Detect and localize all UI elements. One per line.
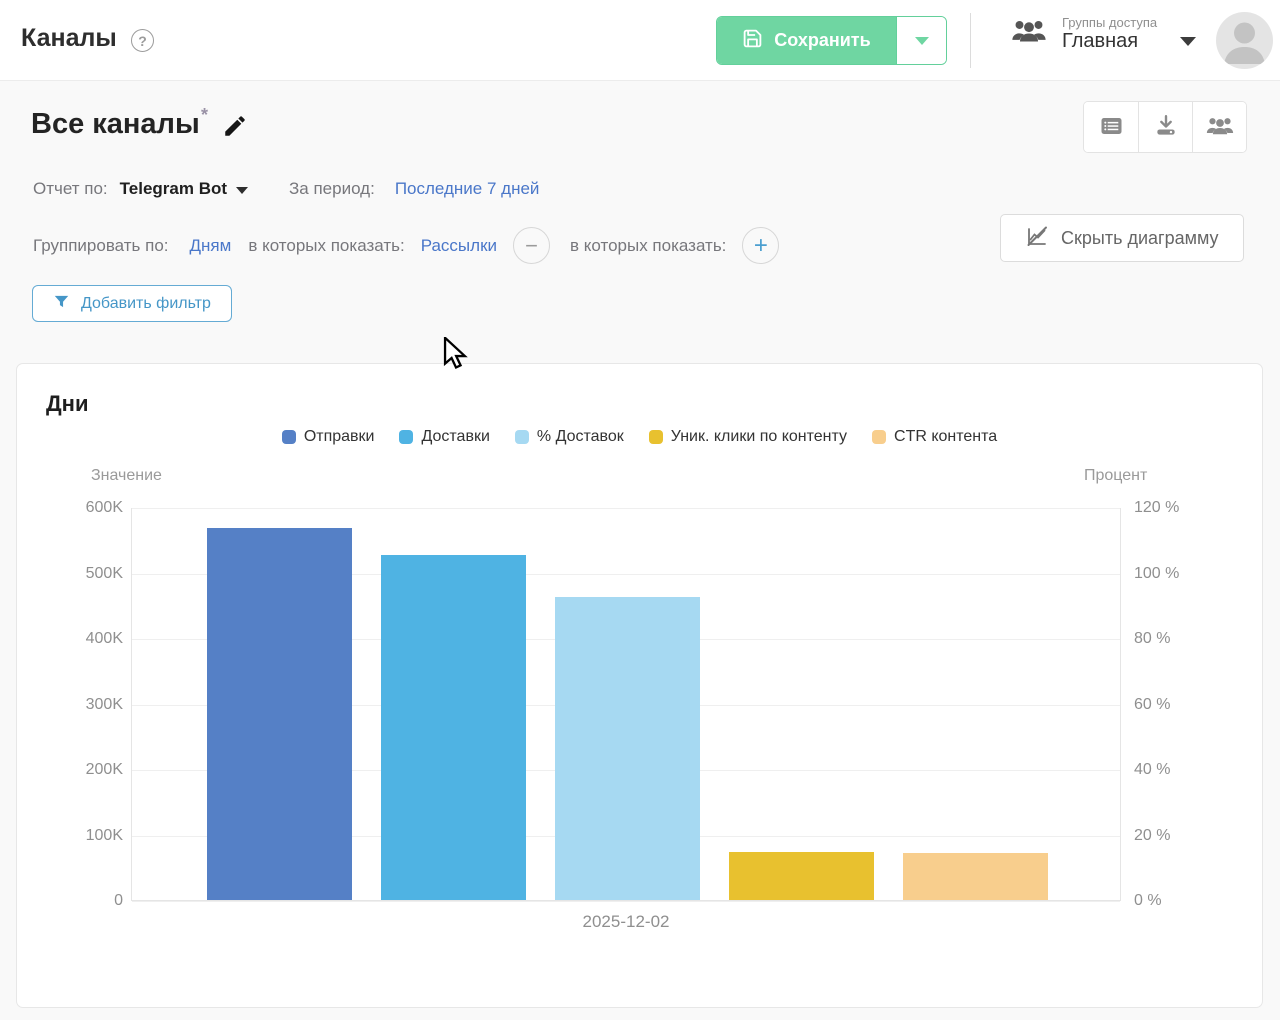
period-value[interactable]: Последние 7 дней: [395, 179, 540, 199]
left-axis-tick: 600K: [85, 499, 123, 516]
legend-swatch-icon: [514, 430, 529, 444]
bar-5[interactable]: [902, 852, 1048, 900]
right-axis-tick: 0 %: [1134, 892, 1162, 909]
legend-item[interactable]: Уник. клики по контенту: [648, 428, 848, 446]
chart-slash-icon: [1025, 224, 1049, 253]
right-axis-tick: 120 %: [1134, 499, 1180, 516]
hide-chart-label: Скрыть диаграмму: [1061, 227, 1219, 248]
legend-label: CTR контента: [894, 428, 998, 445]
legend-swatch-icon: [648, 430, 663, 444]
right-axis-tick: 40 %: [1134, 761, 1171, 778]
add-dimension-button[interactable]: +: [742, 227, 780, 264]
header-divider: [970, 13, 971, 68]
user-avatar[interactable]: [1216, 12, 1273, 69]
access-groups-value[interactable]: Главная: [1062, 30, 1138, 53]
access-groups-label: Группы доступа: [1062, 14, 1158, 30]
help-icon[interactable]: ?: [131, 29, 154, 52]
remove-dimension-button[interactable]: −: [513, 227, 551, 264]
chart-card: Дни Отправки Доставки % Доставок Уник. клик…: [16, 363, 1263, 1008]
legend-swatch-icon: [281, 430, 296, 444]
add-filter-label: Добавить фильтр: [81, 294, 211, 312]
gridline: [132, 901, 1120, 902]
left-axis-tick: 400K: [85, 630, 123, 647]
left-axis-title: Значение: [91, 467, 162, 484]
unsaved-marker: *: [201, 105, 209, 125]
legend-label: Уник. клики по контенту: [670, 428, 848, 445]
page-title: Каналы: [21, 24, 117, 52]
right-axis-ticks: 120 % 100 % 80 % 60 % 40 % 20 % 0 %: [1134, 499, 1214, 909]
chart-plot: [131, 508, 1121, 902]
add-filter-button[interactable]: Добавить фильтр: [32, 285, 232, 322]
show-in-label-1: в которых показать:: [248, 235, 405, 255]
legend-label: % Доставок: [536, 428, 624, 445]
report-by-value: Telegram Bot: [119, 179, 228, 198]
people-icon: [1205, 113, 1235, 142]
page: Каналы ? Сохранить Группы доступа Главна…: [0, 0, 1280, 1020]
users-group-icon: [1010, 14, 1048, 53]
save-icon: [742, 28, 763, 54]
report-action-bar: [1083, 101, 1247, 153]
bar-2[interactable]: [380, 554, 526, 900]
show-in-value-1[interactable]: Рассылки: [421, 236, 497, 256]
download-button[interactable]: [1138, 102, 1192, 152]
save-button[interactable]: Сохранить: [717, 17, 896, 64]
download-icon: [1153, 113, 1179, 142]
period-label: За период:: [289, 179, 375, 198]
legend-item[interactable]: Отправки: [281, 428, 375, 446]
right-axis-tick: 80 %: [1134, 630, 1171, 647]
group-by-label: Группировать по:: [33, 235, 169, 255]
bar-1[interactable]: [206, 527, 352, 900]
chart-title: Дни: [46, 391, 89, 416]
gridline: [132, 508, 1120, 509]
report-by-label: Отчет по:: [33, 179, 108, 198]
left-axis-tick: 300K: [85, 695, 123, 713]
left-axis-ticks: 600K 500K 400K 300K 200K 100K 0: [51, 499, 123, 909]
right-axis-tick: 20 %: [1134, 826, 1171, 844]
edit-title-button[interactable]: [222, 113, 248, 139]
legend-item[interactable]: % Доставок: [514, 428, 624, 446]
save-dropdown-button[interactable]: [896, 17, 946, 64]
table-view-button[interactable]: [1084, 102, 1138, 152]
report-title: Все каналы: [31, 108, 200, 140]
legend-item[interactable]: Доставки: [399, 428, 490, 446]
save-split-button[interactable]: Сохранить: [716, 16, 947, 65]
access-groups-selector[interactable]: Группы доступа Главная: [1010, 14, 1197, 53]
group-by-value[interactable]: Дням: [190, 236, 232, 256]
chart-legend: Отправки Доставки % Доставок Уник. клики по…: [17, 428, 1262, 446]
hide-chart-button[interactable]: Скрыть диаграмму: [1000, 214, 1244, 262]
save-button-label: Сохранить: [774, 30, 871, 50]
chevron-down-icon: [1180, 36, 1197, 46]
report-settings-row: Отчет по: Telegram Bot За период: Послед…: [33, 179, 539, 199]
grouping-row: Группировать по: Дням в которых показать…: [33, 227, 780, 264]
right-axis-tick: 100 %: [1134, 564, 1180, 582]
bar-3[interactable]: [554, 597, 700, 900]
top-header: Каналы ? Сохранить Группы доступа Главна…: [0, 0, 1280, 81]
legend-label: Отправки: [303, 428, 375, 445]
left-axis-tick: 0: [114, 892, 123, 909]
plus-icon: +: [753, 231, 768, 259]
bar-4[interactable]: [728, 852, 874, 900]
filter-funnel-icon: [53, 293, 70, 315]
legend-swatch-icon: [399, 430, 414, 444]
list-icon: [1098, 114, 1125, 141]
left-axis-tick: 100K: [85, 826, 123, 844]
legend-swatch-icon: [872, 430, 887, 444]
chevron-down-icon: [914, 36, 929, 45]
minus-icon: −: [525, 232, 538, 258]
legend-item[interactable]: CTR контента: [872, 428, 997, 446]
x-axis-label: 2025-12-02: [582, 912, 670, 931]
left-axis-tick: 500K: [85, 564, 123, 582]
show-in-label-2: в которых показать:: [570, 235, 727, 255]
legend-label: Доставки: [421, 428, 490, 445]
report-by-select[interactable]: Telegram Bot: [119, 179, 249, 199]
right-axis-tick: 60 %: [1134, 695, 1171, 713]
right-axis-title: Процент: [1084, 467, 1148, 484]
left-axis-tick: 200K: [85, 761, 123, 778]
share-access-button[interactable]: [1192, 102, 1246, 152]
chevron-down-icon: [236, 186, 249, 194]
access-groups-text: Группы доступа Главная: [1062, 14, 1197, 53]
